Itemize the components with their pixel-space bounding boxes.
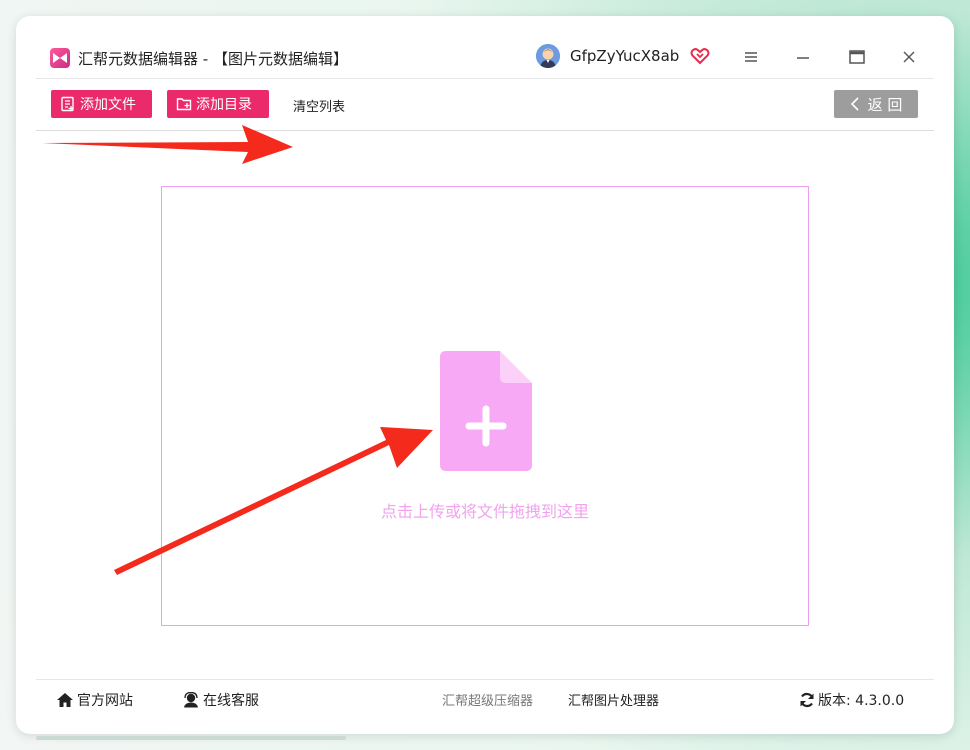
file-drop-zone[interactable]: 点击上传或将文件拖拽到这里 [161, 186, 809, 626]
version-label: 版本: 4.3.0.0 [818, 693, 905, 709]
add-directory-button[interactable]: 添加目录 [167, 90, 269, 118]
window-title: 汇帮元数据编辑器 - 【图片元数据编辑】 [78, 50, 348, 68]
title-bar: 汇帮元数据编辑器 - 【图片元数据编辑】 GfpZyYucX8ab [36, 44, 934, 79]
add-file-large-icon[interactable] [438, 351, 534, 473]
maximize-icon[interactable] [846, 46, 868, 68]
home-icon [57, 693, 73, 707]
app-window: 汇帮元数据编辑器 - 【图片元数据编辑】 GfpZyYucX8ab 添加文件 添… [16, 16, 954, 734]
add-file-button[interactable]: 添加文件 [51, 90, 152, 118]
scroll-indicator [36, 736, 346, 740]
app-logo-icon [50, 48, 70, 68]
official-website-label: 官方网站 [77, 693, 133, 709]
username[interactable]: GfpZyYucX8ab [570, 47, 679, 65]
footer: 官方网站 在线客服 汇帮超级压缩器 汇帮图片处理器 版本: 4.3.0.0 [36, 679, 934, 716]
online-service-label: 在线客服 [203, 693, 259, 709]
avatar[interactable] [536, 44, 560, 68]
version-info[interactable]: 版本: 4.3.0.0 [799, 690, 904, 710]
chevron-left-icon [850, 97, 859, 111]
compressor-link[interactable]: 汇帮超级压缩器 [442, 690, 533, 709]
clear-list-button[interactable]: 清空列表 [293, 96, 345, 115]
add-file-icon [61, 96, 74, 112]
refresh-icon [800, 692, 814, 708]
toolbar: 添加文件 添加目录 清空列表 返 回 [36, 78, 934, 131]
vip-heart-icon[interactable] [690, 46, 710, 70]
back-button[interactable]: 返 回 [834, 90, 918, 118]
back-label: 返 回 [867, 95, 903, 114]
menu-icon[interactable] [740, 46, 762, 68]
drop-hint-text: 点击上传或将文件拖拽到这里 [380, 502, 589, 521]
online-service-link[interactable]: 在线客服 [182, 690, 259, 710]
official-website-link[interactable]: 官方网站 [56, 690, 133, 710]
add-folder-icon [176, 98, 192, 111]
minimize-icon[interactable] [792, 46, 814, 68]
close-icon[interactable] [898, 46, 920, 68]
image-processor-link[interactable]: 汇帮图片处理器 [568, 690, 659, 709]
customer-service-icon [184, 692, 198, 708]
add-directory-label: 添加目录 [196, 97, 252, 113]
add-file-label: 添加文件 [80, 97, 136, 113]
